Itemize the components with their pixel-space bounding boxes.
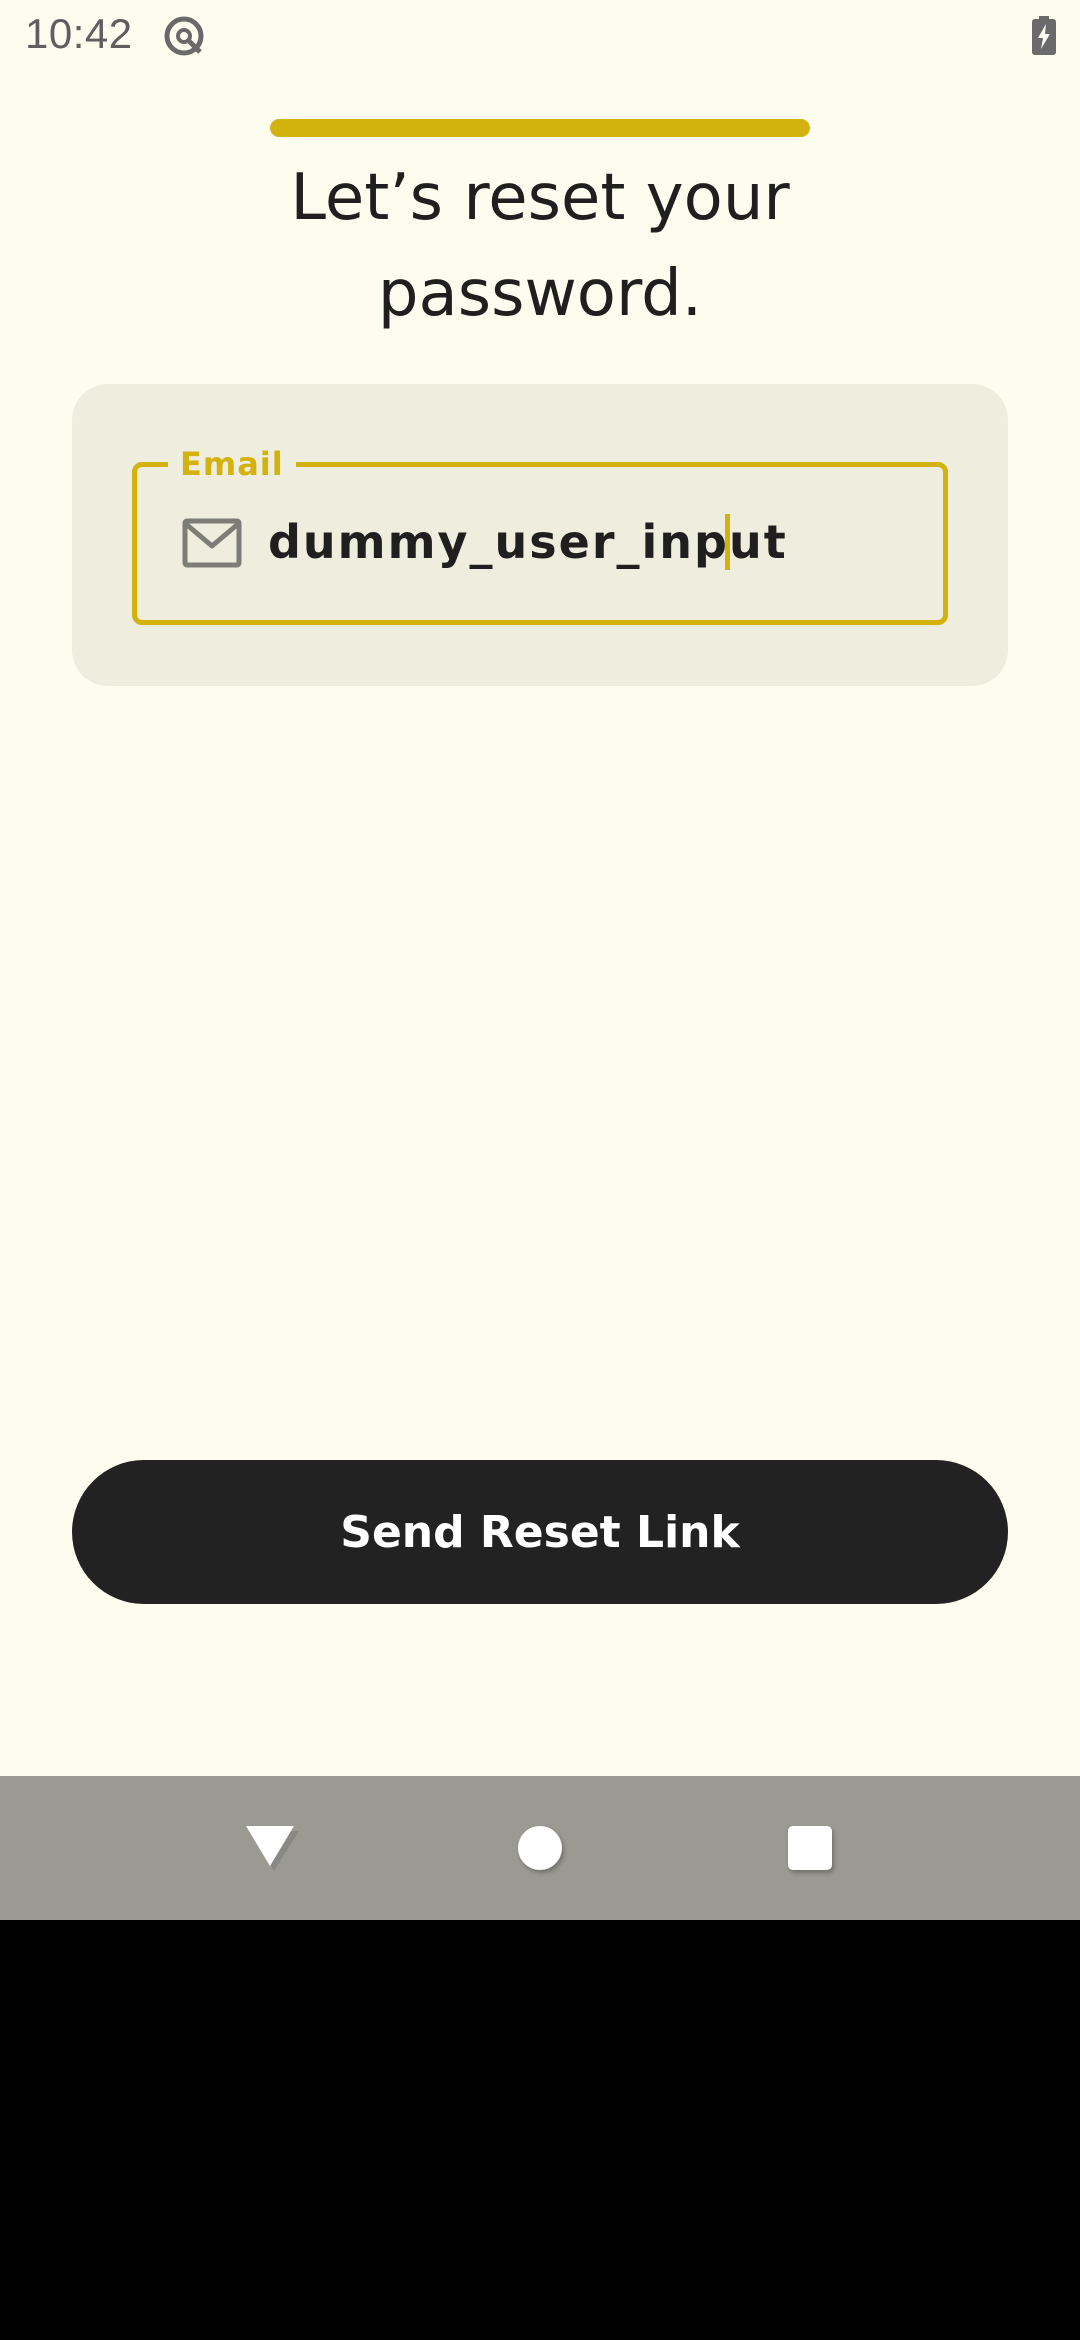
battery-charging-icon (1032, 16, 1056, 55)
recents-square-icon[interactable] (788, 1826, 832, 1870)
app-screen: 10:42 Let’s reset your password. Email d… (0, 0, 1080, 1920)
progress-fill (270, 119, 810, 137)
status-time: 10:42 (25, 10, 133, 57)
text-cursor (725, 514, 730, 570)
progress-bar (270, 119, 810, 137)
email-input-value[interactable]: dummy_user_input (268, 512, 788, 572)
at-sign-circle-icon (164, 16, 204, 56)
send-reset-link-button[interactable]: Send Reset Link (72, 1460, 1008, 1604)
email-field-label: Email (168, 444, 296, 484)
mail-icon (182, 518, 242, 568)
back-triangle-icon[interactable] (242, 1822, 298, 1872)
send-reset-link-label: Send Reset Link (340, 1506, 740, 1558)
status-bar: 10:42 (0, 0, 1080, 72)
page-title: Let’s reset your password. (290, 161, 790, 331)
home-circle-icon[interactable] (518, 1826, 562, 1870)
